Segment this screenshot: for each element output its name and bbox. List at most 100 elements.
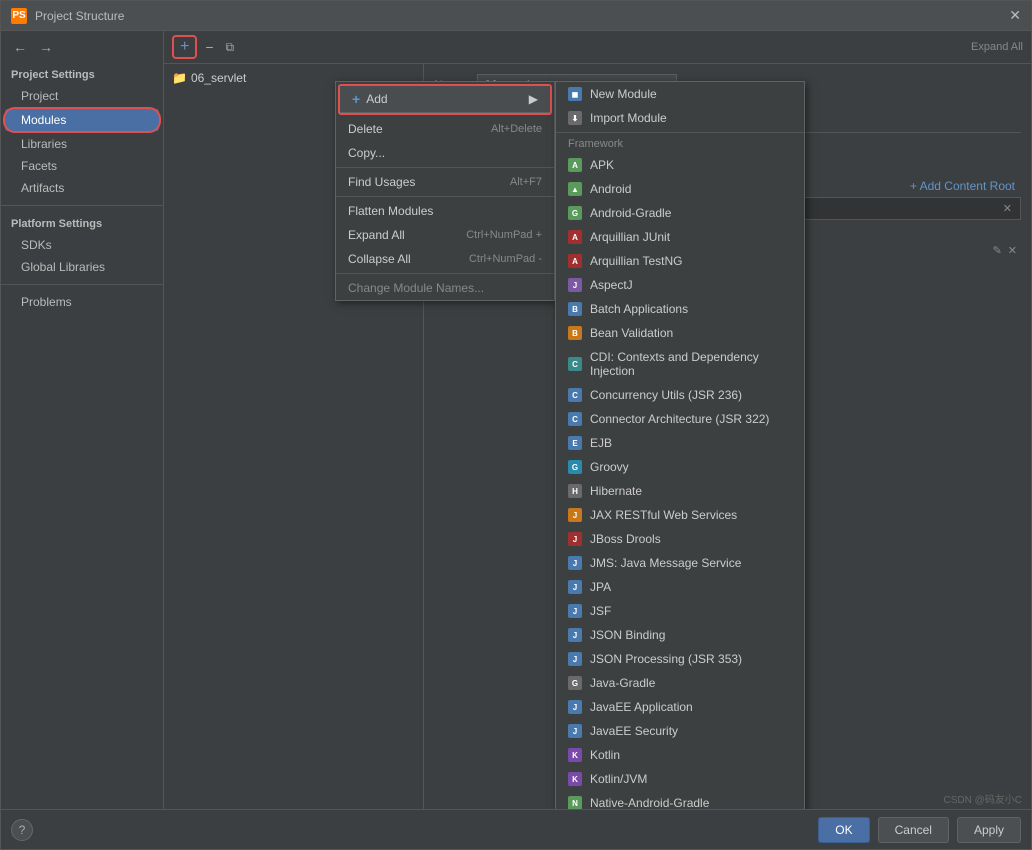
framework-item-connector[interactable]: C Connector Architecture (JSR 322) bbox=[556, 407, 804, 431]
sidebar-item-artifacts[interactable]: Artifacts bbox=[1, 177, 163, 199]
flatten-menu-item[interactable]: Flatten Modules bbox=[336, 199, 554, 223]
copy-label: Copy... bbox=[348, 146, 385, 160]
module-toolbar: + − ⧉ Expand All bbox=[164, 31, 1031, 64]
sidebar-item-problems[interactable]: Problems bbox=[1, 291, 163, 313]
framework-item-jpa[interactable]: J JPA bbox=[556, 575, 804, 599]
framework-item-arquillian-testng[interactable]: A Arquillian TestNG bbox=[556, 249, 804, 273]
framework-item-cdi[interactable]: C CDI: Contexts and Dependency Injection bbox=[556, 345, 804, 383]
edit-src-button[interactable]: ✎ bbox=[993, 244, 1002, 257]
java-gradle-icon: G bbox=[568, 676, 582, 690]
delete-menu-item[interactable]: Delete Alt+Delete bbox=[336, 117, 554, 141]
framework-item-json-processing[interactable]: J JSON Processing (JSR 353) bbox=[556, 647, 804, 671]
kotlin-jvm-label: Kotlin/JVM bbox=[590, 772, 647, 786]
sidebar-item-facets[interactable]: Facets bbox=[1, 155, 163, 177]
json-processing-icon: J bbox=[568, 652, 582, 666]
back-button[interactable]: ← bbox=[9, 37, 31, 57]
jboss-icon: J bbox=[568, 532, 582, 546]
src-actions: ✎ ✕ bbox=[993, 244, 1017, 257]
java-gradle-label: Java-Gradle bbox=[590, 676, 655, 690]
remove-content-root-button[interactable]: ✕ bbox=[1003, 202, 1012, 215]
batch-icon: B bbox=[568, 302, 582, 316]
jpa-icon: J bbox=[568, 580, 582, 594]
title-bar-left: PS Project Structure bbox=[11, 8, 124, 24]
sidebar-item-project[interactable]: Project bbox=[1, 85, 163, 107]
framework-item-groovy[interactable]: G Groovy bbox=[556, 455, 804, 479]
framework-item-ejb[interactable]: E EJB bbox=[556, 431, 804, 455]
apply-button[interactable]: Apply bbox=[957, 817, 1021, 843]
sidebar-item-global-libraries[interactable]: Global Libraries bbox=[1, 256, 163, 278]
copy-module-button[interactable]: ⧉ bbox=[222, 38, 239, 57]
sidebar-item-modules[interactable]: Modules bbox=[5, 109, 159, 131]
framework-item-apk[interactable]: A APK bbox=[556, 153, 804, 177]
framework-import-module[interactable]: ⬇ Import Module bbox=[556, 106, 804, 130]
jax-rest-icon: J bbox=[568, 508, 582, 522]
add-menu-item[interactable]: + Add ▶ bbox=[340, 86, 550, 113]
json-processing-label: JSON Processing (JSR 353) bbox=[590, 652, 742, 666]
add-content-root-button[interactable]: + Add Content Root bbox=[904, 175, 1021, 197]
javaee-security-label: JavaEE Security bbox=[590, 724, 678, 738]
expand-shortcut: Ctrl+NumPad + bbox=[466, 229, 542, 241]
framework-item-hibernate[interactable]: H Hibernate bbox=[556, 479, 804, 503]
framework-item-jms[interactable]: J JMS: Java Message Service bbox=[556, 551, 804, 575]
native-android-label: Native-Android-Gradle bbox=[590, 796, 709, 809]
ok-button[interactable]: OK bbox=[818, 817, 869, 843]
app-icon: PS bbox=[11, 8, 27, 24]
framework-item-arquillian-junit[interactable]: A Arquillian JUnit bbox=[556, 225, 804, 249]
menu-separator-3 bbox=[336, 273, 554, 274]
forward-button[interactable]: → bbox=[35, 37, 57, 57]
delete-src-button[interactable]: ✕ bbox=[1008, 244, 1017, 257]
framework-item-java-gradle[interactable]: G Java-Gradle bbox=[556, 671, 804, 695]
framework-item-jboss[interactable]: J JBoss Drools bbox=[556, 527, 804, 551]
framework-item-concurrency[interactable]: C Concurrency Utils (JSR 236) bbox=[556, 383, 804, 407]
sidebar-item-sdks[interactable]: SDKs bbox=[1, 234, 163, 256]
android-gradle-label: Android-Gradle bbox=[590, 206, 671, 220]
framework-item-batch[interactable]: B Batch Applications bbox=[556, 297, 804, 321]
sidebar-item-libraries[interactable]: Libraries bbox=[1, 133, 163, 155]
groovy-icon: G bbox=[568, 460, 582, 474]
framework-new-module[interactable]: ◼ New Module bbox=[556, 82, 804, 106]
bean-validation-label: Bean Validation bbox=[590, 326, 673, 340]
cancel-button[interactable]: Cancel bbox=[878, 817, 949, 843]
jpa-label: JPA bbox=[590, 580, 611, 594]
framework-item-jax-rest[interactable]: J JAX RESTful Web Services bbox=[556, 503, 804, 527]
concurrency-icon: C bbox=[568, 388, 582, 402]
bean-validation-icon: B bbox=[568, 326, 582, 340]
framework-item-aspectj[interactable]: J AspectJ bbox=[556, 273, 804, 297]
find-usages-shortcut: Alt+F7 bbox=[510, 176, 542, 188]
change-names-menu-item[interactable]: Change Module Names... bbox=[336, 276, 554, 300]
framework-item-javaee-app[interactable]: J JavaEE Application bbox=[556, 695, 804, 719]
expand-all-label[interactable]: Expand All bbox=[971, 41, 1023, 53]
left-sidebar: ← → Project Settings Project Modules Lib… bbox=[1, 31, 164, 809]
framework-item-kotlin[interactable]: K Kotlin bbox=[556, 743, 804, 767]
project-structure-window: PS Project Structure ✕ ← → Project Setti… bbox=[0, 0, 1032, 850]
arquillian-testng-icon: A bbox=[568, 254, 582, 268]
add-plus-icon: + bbox=[352, 91, 360, 107]
jms-label: JMS: Java Message Service bbox=[590, 556, 741, 570]
window-title: Project Structure bbox=[35, 9, 124, 23]
framework-item-json-binding[interactable]: J JSON Binding bbox=[556, 623, 804, 647]
jms-icon: J bbox=[568, 556, 582, 570]
arquillian-junit-label: Arquillian JUnit bbox=[590, 230, 670, 244]
hibernate-icon: H bbox=[568, 484, 582, 498]
collapse-menu-item[interactable]: Collapse All Ctrl+NumPad - bbox=[336, 247, 554, 271]
framework-item-android-gradle[interactable]: G Android-Gradle bbox=[556, 201, 804, 225]
help-button[interactable]: ? bbox=[11, 819, 33, 841]
hibernate-label: Hibernate bbox=[590, 484, 642, 498]
framework-item-native-android[interactable]: N Native-Android-Gradle bbox=[556, 791, 804, 809]
framework-item-android[interactable]: ▲ Android bbox=[556, 177, 804, 201]
framework-item-jsf[interactable]: J JSF bbox=[556, 599, 804, 623]
aspectj-label: AspectJ bbox=[590, 278, 633, 292]
framework-item-javaee-security[interactable]: J JavaEE Security bbox=[556, 719, 804, 743]
close-button[interactable]: ✕ bbox=[1009, 7, 1021, 24]
copy-menu-item[interactable]: Copy... bbox=[336, 141, 554, 165]
framework-item-kotlin-jvm[interactable]: K Kotlin/JVM bbox=[556, 767, 804, 791]
expand-menu-item[interactable]: Expand All Ctrl+NumPad + bbox=[336, 223, 554, 247]
remove-module-button[interactable]: − bbox=[201, 37, 217, 57]
apk-label: APK bbox=[590, 158, 614, 172]
framework-header: Framework bbox=[556, 135, 804, 153]
find-usages-menu-item[interactable]: Find Usages Alt+F7 bbox=[336, 170, 554, 194]
add-module-button[interactable]: + bbox=[172, 35, 197, 59]
cdi-label: CDI: Contexts and Dependency Injection bbox=[590, 350, 792, 378]
framework-item-bean-validation[interactable]: B Bean Validation bbox=[556, 321, 804, 345]
add-arrow-icon: ▶ bbox=[529, 92, 538, 106]
